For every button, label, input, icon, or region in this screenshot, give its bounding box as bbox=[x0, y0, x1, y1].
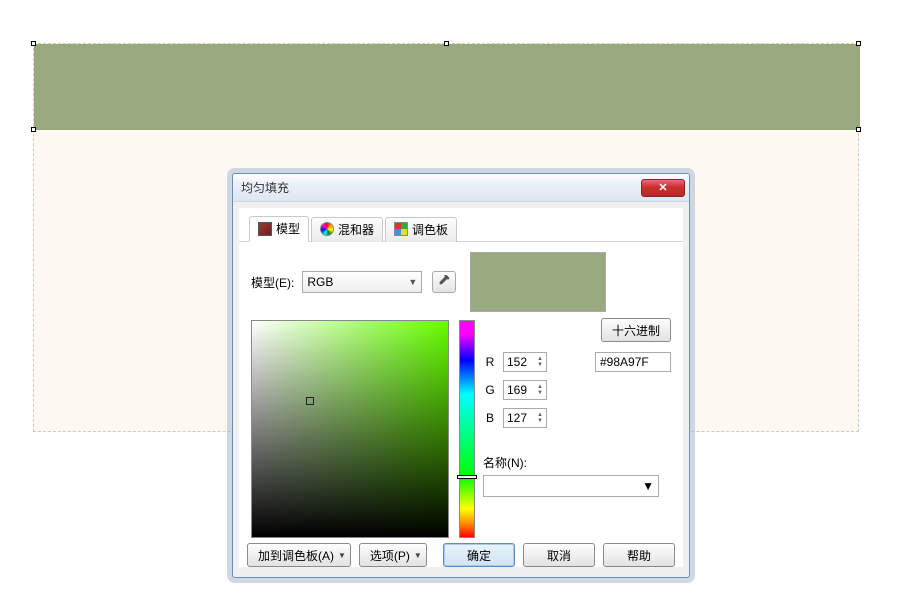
hex-toggle-button[interactable]: 十六进制 bbox=[601, 318, 671, 342]
titlebar[interactable]: 均匀填充 ✕ bbox=[233, 174, 689, 202]
spinner-icon[interactable]: ▲▼ bbox=[537, 412, 543, 424]
uniform-fill-dialog: 均匀填充 ✕ 模型 混和器 调色板 模型(E): RGB ▼ bbox=[232, 173, 690, 578]
tab-palette-label: 调色板 bbox=[412, 221, 448, 238]
tab-mixer[interactable]: 混和器 bbox=[311, 217, 383, 242]
add-to-palette-button[interactable]: 加到调色板(A) ▼ bbox=[247, 543, 351, 567]
hex-input[interactable]: #98A97F bbox=[595, 352, 671, 372]
tab-mixer-label: 混和器 bbox=[338, 221, 374, 238]
tab-model[interactable]: 模型 bbox=[249, 216, 309, 242]
palette-icon bbox=[394, 222, 408, 236]
g-label: G bbox=[483, 383, 497, 397]
model-select-label: 模型(E): bbox=[251, 274, 294, 291]
name-select[interactable]: ▼ bbox=[483, 475, 659, 497]
model-icon bbox=[258, 222, 272, 236]
resize-handle-mr[interactable] bbox=[856, 127, 861, 132]
resize-handle-tl[interactable] bbox=[31, 41, 36, 46]
eyedropper-button[interactable] bbox=[432, 271, 456, 293]
r-label: R bbox=[483, 355, 497, 369]
close-button[interactable]: ✕ bbox=[641, 179, 685, 197]
chevron-down-icon: ▼ bbox=[414, 551, 422, 560]
close-icon: ✕ bbox=[658, 181, 667, 194]
r-input[interactable]: 152 ▲▼ bbox=[503, 352, 547, 372]
hue-marker[interactable] bbox=[457, 475, 477, 479]
saturation-value-picker[interactable] bbox=[251, 320, 449, 538]
options-button[interactable]: 选项(P) ▼ bbox=[359, 543, 427, 567]
name-label: 名称(N): bbox=[483, 454, 659, 471]
selected-shape[interactable] bbox=[34, 44, 860, 130]
help-button[interactable]: 帮助 bbox=[603, 543, 675, 567]
g-input[interactable]: 169 ▲▼ bbox=[503, 380, 547, 400]
tab-strip: 模型 混和器 调色板 bbox=[239, 208, 683, 242]
resize-handle-tr[interactable] bbox=[856, 41, 861, 46]
cancel-button[interactable]: 取消 bbox=[523, 543, 595, 567]
dialog-buttons: 加到调色板(A) ▼ 选项(P) ▼ 确定 取消 帮助 bbox=[247, 543, 675, 567]
mixer-icon bbox=[320, 222, 334, 236]
ok-button[interactable]: 确定 bbox=[443, 543, 515, 567]
chevron-down-icon: ▼ bbox=[642, 479, 654, 493]
b-input[interactable]: 127 ▲▼ bbox=[503, 408, 547, 428]
tab-model-label: 模型 bbox=[276, 220, 300, 237]
spinner-icon[interactable]: ▲▼ bbox=[537, 384, 543, 396]
color-preview bbox=[470, 252, 606, 312]
b-label: B bbox=[483, 411, 497, 425]
chevron-down-icon: ▼ bbox=[408, 277, 417, 287]
eyedropper-icon bbox=[437, 275, 451, 289]
tab-palette[interactable]: 调色板 bbox=[385, 217, 457, 242]
hue-slider[interactable] bbox=[459, 320, 475, 538]
resize-handle-ml[interactable] bbox=[31, 127, 36, 132]
spinner-icon[interactable]: ▲▼ bbox=[537, 356, 543, 368]
model-select[interactable]: RGB ▼ bbox=[302, 271, 422, 293]
dialog-title: 均匀填充 bbox=[241, 179, 641, 196]
resize-handle-tc[interactable] bbox=[444, 41, 449, 46]
chevron-down-icon: ▼ bbox=[338, 551, 346, 560]
panel-body: 模型(E): RGB ▼ 十六进制 bbox=[239, 242, 683, 567]
sv-marker[interactable] bbox=[306, 397, 314, 405]
model-select-value: RGB bbox=[307, 275, 333, 289]
